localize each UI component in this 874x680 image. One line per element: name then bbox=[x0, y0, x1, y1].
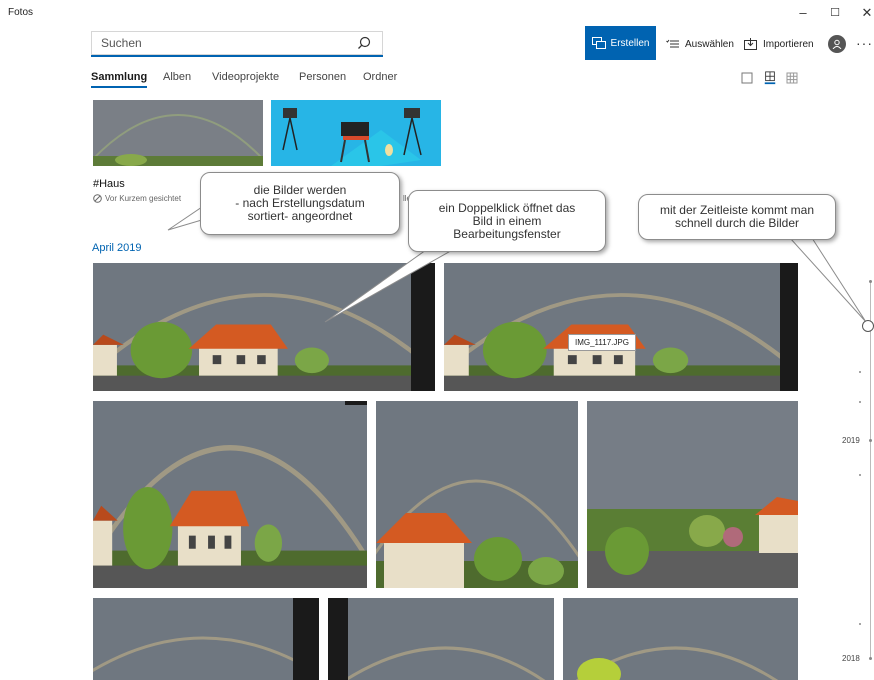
timeline-dot bbox=[859, 371, 861, 373]
callout-doubleclick: ein Doppelklick öffnet das Bild in einem… bbox=[408, 190, 606, 252]
timeline-dot bbox=[859, 623, 861, 625]
small-view-icon[interactable] bbox=[785, 71, 799, 85]
video-project-card-image[interactable] bbox=[271, 100, 441, 166]
minimize-button[interactable]: – bbox=[788, 2, 818, 24]
timeline-year-2018[interactable]: 2018 bbox=[842, 654, 860, 663]
import-label: Importieren bbox=[763, 38, 814, 50]
timeline-dot bbox=[859, 401, 861, 403]
photo-tile[interactable] bbox=[93, 401, 367, 588]
search-icon[interactable] bbox=[357, 36, 371, 50]
photo-tile[interactable] bbox=[563, 598, 798, 680]
tab-personen[interactable]: Personen bbox=[299, 71, 346, 83]
tag-icon bbox=[93, 194, 102, 203]
medium-view-icon[interactable] bbox=[763, 71, 777, 85]
photo-tile[interactable] bbox=[93, 263, 435, 391]
select-label: Auswählen bbox=[685, 38, 734, 50]
search-box[interactable] bbox=[91, 31, 383, 57]
select-list-icon bbox=[666, 39, 679, 48]
photo-tile[interactable] bbox=[376, 401, 578, 588]
maximize-button[interactable]: ☐ bbox=[820, 2, 850, 24]
timeline-dot bbox=[869, 657, 872, 660]
timeline-dot bbox=[859, 474, 861, 476]
filename-tooltip: IMG_1117.JPG bbox=[568, 334, 636, 351]
close-button[interactable]: ✕ bbox=[852, 2, 874, 24]
callout-sorting: die Bilder werden - nach Erstellungsdatu… bbox=[200, 172, 400, 235]
window-title: Fotos bbox=[8, 7, 34, 18]
tab-videoprojekte[interactable]: Videoprojekte bbox=[212, 71, 279, 83]
import-icon bbox=[744, 38, 757, 50]
more-button[interactable]: ··· bbox=[856, 35, 873, 51]
create-button[interactable]: Erstellen bbox=[585, 26, 656, 60]
photo-tile[interactable] bbox=[587, 401, 798, 588]
album-card-haus-image[interactable] bbox=[93, 100, 263, 166]
tab-ordner[interactable]: Ordner bbox=[363, 71, 397, 83]
large-view-icon[interactable] bbox=[740, 71, 754, 85]
month-header: April 2019 bbox=[92, 242, 142, 254]
timeline-handle[interactable] bbox=[862, 320, 874, 332]
create-label: Erstellen bbox=[610, 37, 650, 49]
timeline-track[interactable] bbox=[870, 280, 871, 660]
photo-tile[interactable] bbox=[93, 598, 319, 680]
import-button[interactable]: Importieren bbox=[744, 30, 814, 58]
avatar[interactable] bbox=[828, 35, 846, 53]
timeline-year-2019[interactable]: 2019 bbox=[842, 436, 860, 445]
create-icon bbox=[591, 37, 606, 49]
search-input[interactable] bbox=[101, 31, 341, 55]
tab-alben[interactable]: Alben bbox=[163, 71, 191, 83]
photo-tile[interactable] bbox=[444, 263, 798, 391]
select-button[interactable]: Auswählen bbox=[666, 30, 734, 58]
album-card-haus-title[interactable]: #Haus bbox=[93, 178, 125, 190]
callout-timeline: mit der Zeitleiste kommt man schnell dur… bbox=[638, 194, 836, 240]
user-icon bbox=[832, 39, 842, 49]
album-card-haus-subtitle: Vor Kurzem gesichtet bbox=[93, 194, 181, 203]
timeline-dot bbox=[869, 280, 872, 283]
photo-tile[interactable] bbox=[328, 598, 554, 680]
timeline-dot bbox=[869, 439, 872, 442]
tab-sammlung[interactable]: Sammlung bbox=[91, 71, 148, 88]
